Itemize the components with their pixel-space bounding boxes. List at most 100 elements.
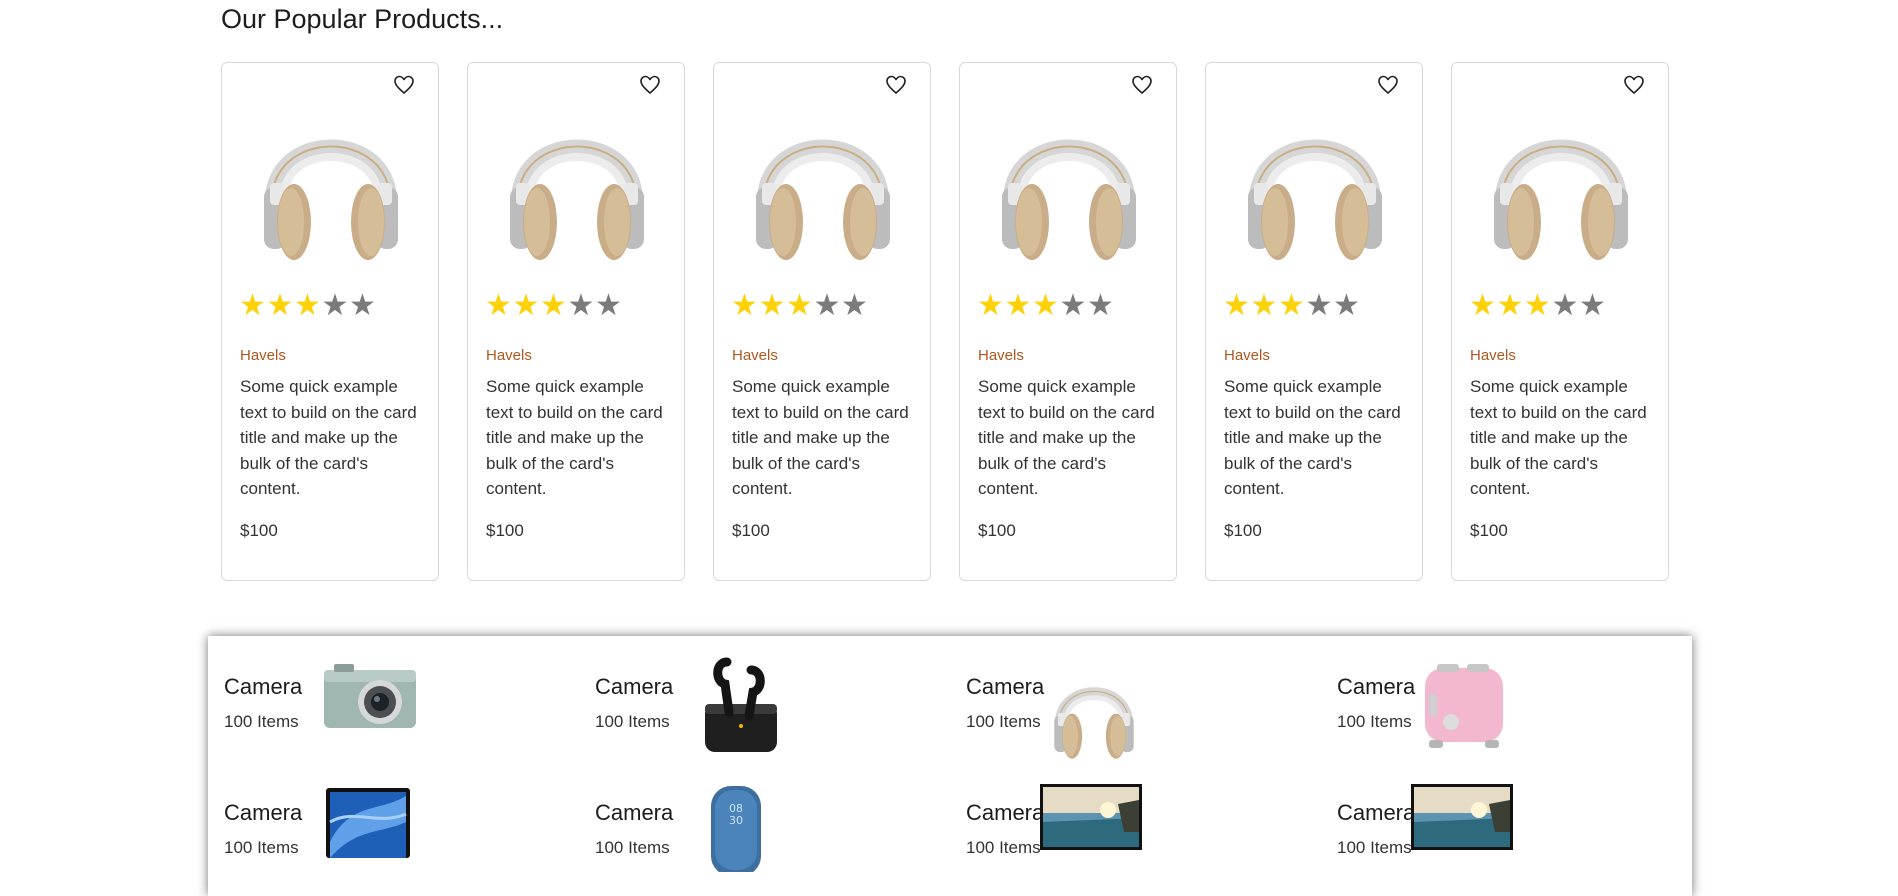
category-count: 100 Items (966, 712, 1041, 731)
star-empty-icon: ★ (1551, 289, 1579, 322)
product-price: $100 (240, 521, 278, 540)
product-price: $100 (486, 521, 524, 540)
category-count: 100 Items (595, 712, 670, 731)
product-description: Some quick example text to build on the … (732, 377, 909, 498)
headphones-image[interactable] (250, 87, 412, 262)
category-count: 100 Items (966, 838, 1041, 857)
category-name: Camera (1337, 674, 1416, 699)
product-card[interactable]: ★ ★ ★ ★ ★ Havels Some quick example text to … (1205, 62, 1423, 581)
speaker-image: 08 30 (701, 782, 771, 877)
star-empty-icon: ★ (1087, 289, 1114, 322)
category-item[interactable]: Camera 100 Items (579, 636, 939, 752)
product-brand: Havels (978, 347, 1024, 364)
star-empty-icon: ★ (1305, 289, 1333, 322)
star-filled-icon: ★ (1032, 289, 1059, 322)
star-filled-icon: ★ (731, 289, 758, 322)
headphones-image[interactable] (496, 87, 658, 262)
camera-image (320, 656, 420, 741)
product-price: $100 (1224, 521, 1262, 540)
category-count: 100 Items (224, 712, 299, 731)
star-filled-icon: ★ (1469, 289, 1496, 322)
product-description: Some quick example text to build on the … (486, 377, 663, 498)
star-filled-icon: ★ (1250, 289, 1278, 322)
star-empty-icon: ★ (567, 289, 595, 322)
star-filled-icon: ★ (1278, 289, 1305, 322)
product-price: $100 (732, 521, 770, 540)
category-count: 100 Items (595, 838, 670, 857)
star-filled-icon: ★ (485, 289, 512, 322)
star-empty-icon: ★ (1333, 289, 1360, 322)
star-rating: ★ ★ ★ ★ ★ (1223, 291, 1361, 321)
popular-products-grid: ★ ★ ★ ★ ★ Havels Some quick example text to … (221, 62, 1669, 581)
earbuds-image (701, 656, 781, 761)
tv-image (1409, 782, 1515, 857)
star-filled-icon: ★ (540, 289, 567, 322)
star-filled-icon: ★ (1004, 289, 1032, 322)
star-empty-icon: ★ (1579, 289, 1606, 322)
product-brand: Havels (732, 347, 778, 364)
product-card[interactable]: ★ ★ ★ ★ ★ Havels Some quick example text to … (713, 62, 931, 581)
section-title: Our Popular Products... (221, 4, 504, 34)
star-filled-icon: ★ (294, 289, 321, 322)
star-empty-icon: ★ (321, 289, 349, 322)
star-empty-icon: ★ (349, 289, 376, 322)
product-card[interactable]: ★ ★ ★ ★ ★ Havels Some quick example text to … (467, 62, 685, 581)
toaster-image (1419, 656, 1509, 757)
product-description: Some quick example text to build on the … (240, 377, 417, 498)
product-description: Some quick example text to build on the … (978, 377, 1155, 498)
headphones-image[interactable] (988, 87, 1150, 262)
product-description: Some quick example text to build on the … (1224, 377, 1401, 498)
headphones-image[interactable] (742, 87, 904, 262)
category-name: Camera (595, 674, 674, 699)
star-filled-icon: ★ (239, 289, 266, 322)
star-filled-icon: ★ (512, 289, 540, 322)
star-filled-icon: ★ (977, 289, 1004, 322)
tv-image (1038, 782, 1144, 857)
product-brand: Havels (1470, 347, 1516, 364)
product-card[interactable]: ★ ★ ★ ★ ★ Havels Some quick example text to … (959, 62, 1177, 581)
product-brand: Havels (486, 347, 532, 364)
category-item[interactable]: Camera 100 Items (1321, 762, 1681, 872)
product-brand: Havels (1224, 347, 1270, 364)
categories-panel: Camera 100 Items Camera 100 Items Camera… (208, 636, 1692, 896)
product-description: Some quick example text to build on the … (1470, 377, 1647, 498)
category-name: Camera (224, 674, 303, 699)
star-filled-icon: ★ (1524, 289, 1551, 322)
star-filled-icon: ★ (266, 289, 294, 322)
product-brand: Havels (240, 347, 286, 364)
star-rating: ★ ★ ★ ★ ★ (485, 291, 623, 321)
star-empty-icon: ★ (813, 289, 841, 322)
category-item[interactable]: Camera 100 Items 08 30 (579, 762, 939, 876)
star-empty-icon: ★ (595, 289, 622, 322)
product-price: $100 (1470, 521, 1508, 540)
category-item[interactable]: Camera 100 Items (950, 762, 1310, 872)
star-filled-icon: ★ (758, 289, 786, 322)
category-item[interactable]: Camera 100 Items (208, 636, 568, 746)
headphones-image[interactable] (1480, 87, 1642, 262)
laptop-image (320, 782, 416, 867)
product-card[interactable]: ★ ★ ★ ★ ★ Havels Some quick example text to … (1451, 62, 1669, 581)
category-count: 100 Items (1337, 838, 1412, 857)
category-name: Camera (224, 800, 303, 825)
star-filled-icon: ★ (1496, 289, 1524, 322)
star-filled-icon: ★ (1223, 289, 1250, 322)
category-item[interactable]: Camera 100 Items (208, 762, 568, 872)
star-rating: ★ ★ ★ ★ ★ (977, 291, 1115, 321)
category-item[interactable]: Camera 100 Items (950, 636, 1310, 746)
category-name: Camera (966, 800, 1045, 825)
star-rating: ★ ★ ★ ★ ★ (239, 291, 377, 321)
star-rating: ★ ★ ★ ★ ★ (1469, 291, 1607, 321)
headphones-image[interactable] (1234, 87, 1396, 262)
star-empty-icon: ★ (1059, 289, 1087, 322)
category-name: Camera (1337, 800, 1416, 825)
category-count: 100 Items (1337, 712, 1412, 731)
star-rating: ★ ★ ★ ★ ★ (731, 291, 869, 321)
star-filled-icon: ★ (786, 289, 813, 322)
product-card[interactable]: ★ ★ ★ ★ ★ Havels Some quick example text to … (221, 62, 439, 581)
category-name: Camera (966, 674, 1045, 699)
product-price: $100 (978, 521, 1016, 540)
headphones-image (1046, 656, 1142, 765)
category-item[interactable]: Camera 100 Items (1321, 636, 1681, 748)
category-name: Camera (595, 800, 674, 825)
star-empty-icon: ★ (841, 289, 868, 322)
